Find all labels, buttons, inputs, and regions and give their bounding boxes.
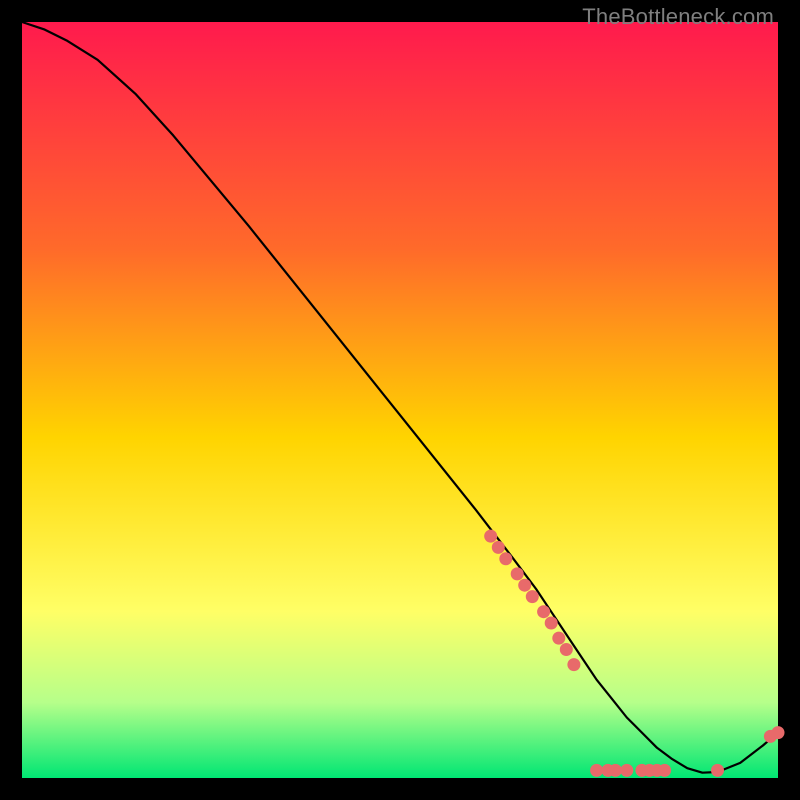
data-point: [526, 590, 539, 603]
data-point: [537, 605, 550, 618]
data-point: [590, 764, 603, 777]
data-point: [552, 632, 565, 645]
chart-frame: TheBottleneck.com: [0, 0, 800, 800]
curve-layer: [22, 22, 778, 778]
data-point: [518, 579, 531, 592]
data-point: [711, 764, 724, 777]
data-point: [560, 643, 573, 656]
plot-area: [22, 22, 778, 778]
bottleneck-curve: [22, 22, 778, 773]
data-point: [499, 552, 512, 565]
data-point: [772, 726, 785, 739]
data-point: [545, 617, 558, 630]
data-point: [484, 530, 497, 543]
data-point: [609, 764, 622, 777]
data-point: [620, 764, 633, 777]
data-point: [492, 541, 505, 554]
data-point: [567, 658, 580, 671]
data-point: [658, 764, 671, 777]
data-point: [511, 567, 524, 580]
